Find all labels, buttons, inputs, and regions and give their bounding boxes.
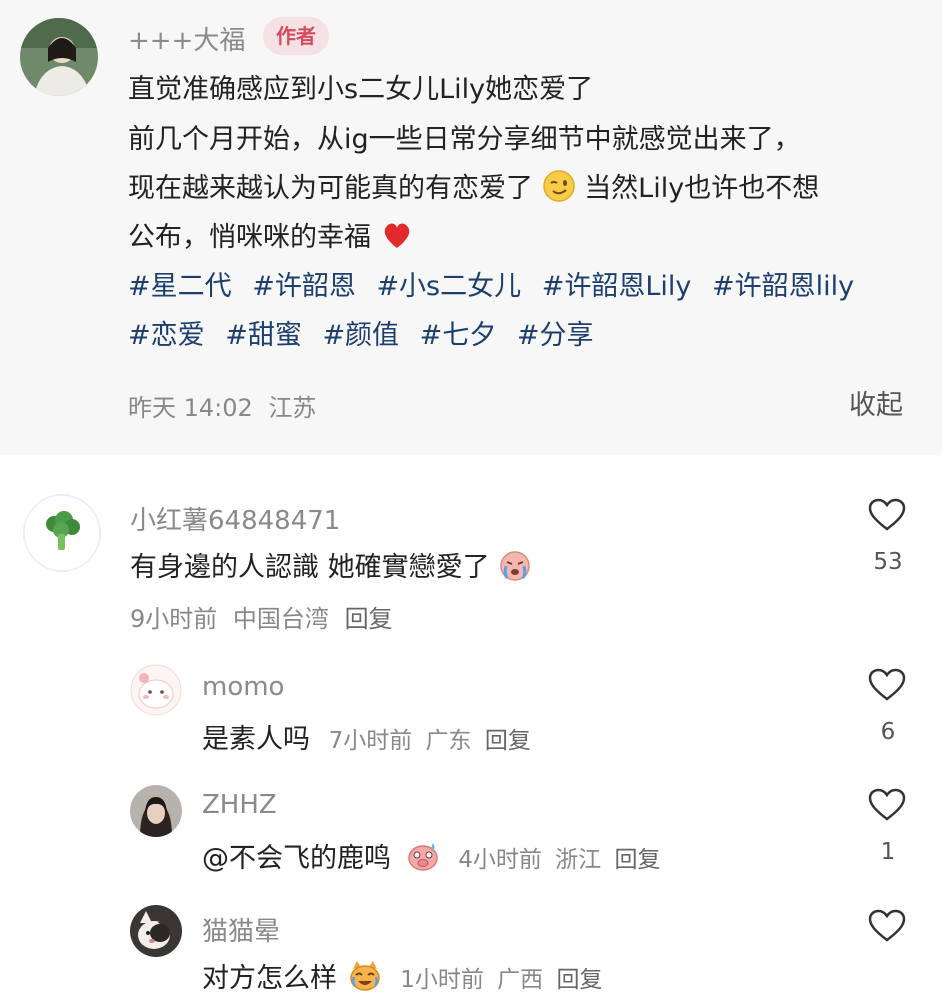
comment-text: 对方怎么样 1小时前 广西 回复 xyxy=(202,956,602,995)
commenter-avatar[interactable] xyxy=(130,905,182,957)
heart-outline-icon[interactable] xyxy=(868,788,906,822)
comment-location: 广西 xyxy=(497,967,544,993)
cat-laugh-emoji-icon xyxy=(348,959,382,993)
commenter-username[interactable]: 小红薯64848471 xyxy=(130,500,340,537)
comment-text: @不会飞的鹿鸣 4小时前 浙江 回复 xyxy=(202,836,660,875)
hashtag[interactable]: #颜值 xyxy=(322,320,399,351)
author-avatar[interactable] xyxy=(20,18,98,96)
reply-button[interactable]: 回复 xyxy=(485,728,531,754)
author-username[interactable]: +++大福 xyxy=(128,20,245,57)
post-line-5-text: 公布，悄咪咪的幸福 xyxy=(128,222,371,253)
mention-link[interactable]: @不会飞的鹿鸣 xyxy=(202,843,391,874)
heart-outline-icon[interactable] xyxy=(868,909,906,943)
comment-time: 7小时前 xyxy=(328,728,413,754)
hashtag[interactable]: #星二代 xyxy=(128,271,232,302)
author-post: +++大福 作者 直觉准确感应到小s二女儿Lily她恋爱了 前几个月开始，从ig… xyxy=(0,0,942,455)
hashtag[interactable]: #许韶恩Lily xyxy=(542,271,692,302)
like-count: 1 xyxy=(880,839,896,865)
hashtags-row-1: #星二代 #许韶恩 #小s二女儿 #许韶恩Lily #许韶恩lily xyxy=(128,264,866,303)
commenter-username[interactable]: 猫猫晕 xyxy=(202,911,280,948)
heart-outline-icon[interactable] xyxy=(868,498,906,532)
comment-meta: 9小时前 中国台湾 回复 xyxy=(130,599,393,634)
post-line-5: 公布，悄咪咪的幸福 xyxy=(128,215,414,254)
collapse-button[interactable]: 收起 xyxy=(849,383,903,422)
comment-time: 1小时前 xyxy=(400,967,484,993)
commenter-username[interactable]: momo xyxy=(202,672,284,702)
hashtag[interactable]: #许韶恩lily xyxy=(712,271,854,302)
reply-button[interactable]: 回复 xyxy=(345,605,393,633)
crying-emoji-icon xyxy=(498,548,532,582)
hashtag[interactable]: #分享 xyxy=(517,320,594,351)
comment-location: 中国台湾 xyxy=(232,605,329,633)
comment-body: 是素人吗 xyxy=(202,724,310,755)
comment-location: 广东 xyxy=(425,728,472,754)
commenter-username[interactable]: ZHHZ xyxy=(202,790,277,820)
comment-location: 浙江 xyxy=(555,847,602,873)
commenter-avatar[interactable] xyxy=(23,494,101,572)
like-count: 6 xyxy=(880,719,896,745)
hashtag[interactable]: #七夕 xyxy=(420,320,497,351)
pig-sweat-emoji-icon xyxy=(406,839,440,873)
heart-outline-icon[interactable] xyxy=(868,668,906,702)
wink-emoji-icon xyxy=(542,169,576,203)
post-line-1: 直觉准确感应到小s二女儿Lily她恋爱了 xyxy=(128,74,594,105)
like-count: 53 xyxy=(873,549,903,575)
author-badge: 作者 xyxy=(263,17,329,55)
reply-button[interactable]: 回复 xyxy=(614,847,660,873)
comment-body: 有身邊的人認識 她確實戀愛了 xyxy=(130,552,490,583)
hashtag[interactable]: #小s二女儿 xyxy=(376,271,521,302)
red-heart-emoji-icon xyxy=(380,218,414,252)
post-line-4-text: 当然Lily也许也不想 xyxy=(584,173,820,204)
post-line-3: 现在越来越认为可能真的有恋爱了 当然Lily也许也不想 xyxy=(128,166,819,205)
comment-time: 9小时前 xyxy=(130,605,218,633)
comment-meta: 7小时前 广东 回复 xyxy=(329,728,531,754)
commenter-avatar[interactable] xyxy=(130,785,182,837)
post-meta: 昨天 14:02 江苏 xyxy=(128,388,316,423)
reply-button[interactable]: 回复 xyxy=(556,967,602,993)
post-time: 昨天 14:02 xyxy=(128,394,253,422)
hashtag[interactable]: #甜蜜 xyxy=(225,320,302,351)
hashtags-row-2: #恋爱 #甜蜜 #颜值 #七夕 #分享 xyxy=(128,313,606,352)
hashtag[interactable]: #恋爱 xyxy=(128,320,205,351)
post-line-3-text: 现在越来越认为可能真的有恋爱了 xyxy=(128,173,533,204)
hashtag[interactable]: #许韶恩 xyxy=(252,271,356,302)
commenter-avatar[interactable] xyxy=(130,664,182,716)
comment-text: 是素人吗 7小时前 广东 回复 xyxy=(202,717,531,756)
comment-body: 对方怎么样 xyxy=(202,963,337,994)
comment-meta: 4小时前 浙江 回复 xyxy=(458,847,660,873)
post-line-2: 前几个月开始，从ig一些日常分享细节中就感觉出来了， xyxy=(128,124,801,155)
comment-text: 有身邊的人認識 她確實戀愛了 xyxy=(130,545,532,584)
comment-time: 4小时前 xyxy=(458,847,542,873)
comment-meta: 1小时前 广西 回复 xyxy=(400,967,602,993)
post-location: 江苏 xyxy=(268,394,317,422)
